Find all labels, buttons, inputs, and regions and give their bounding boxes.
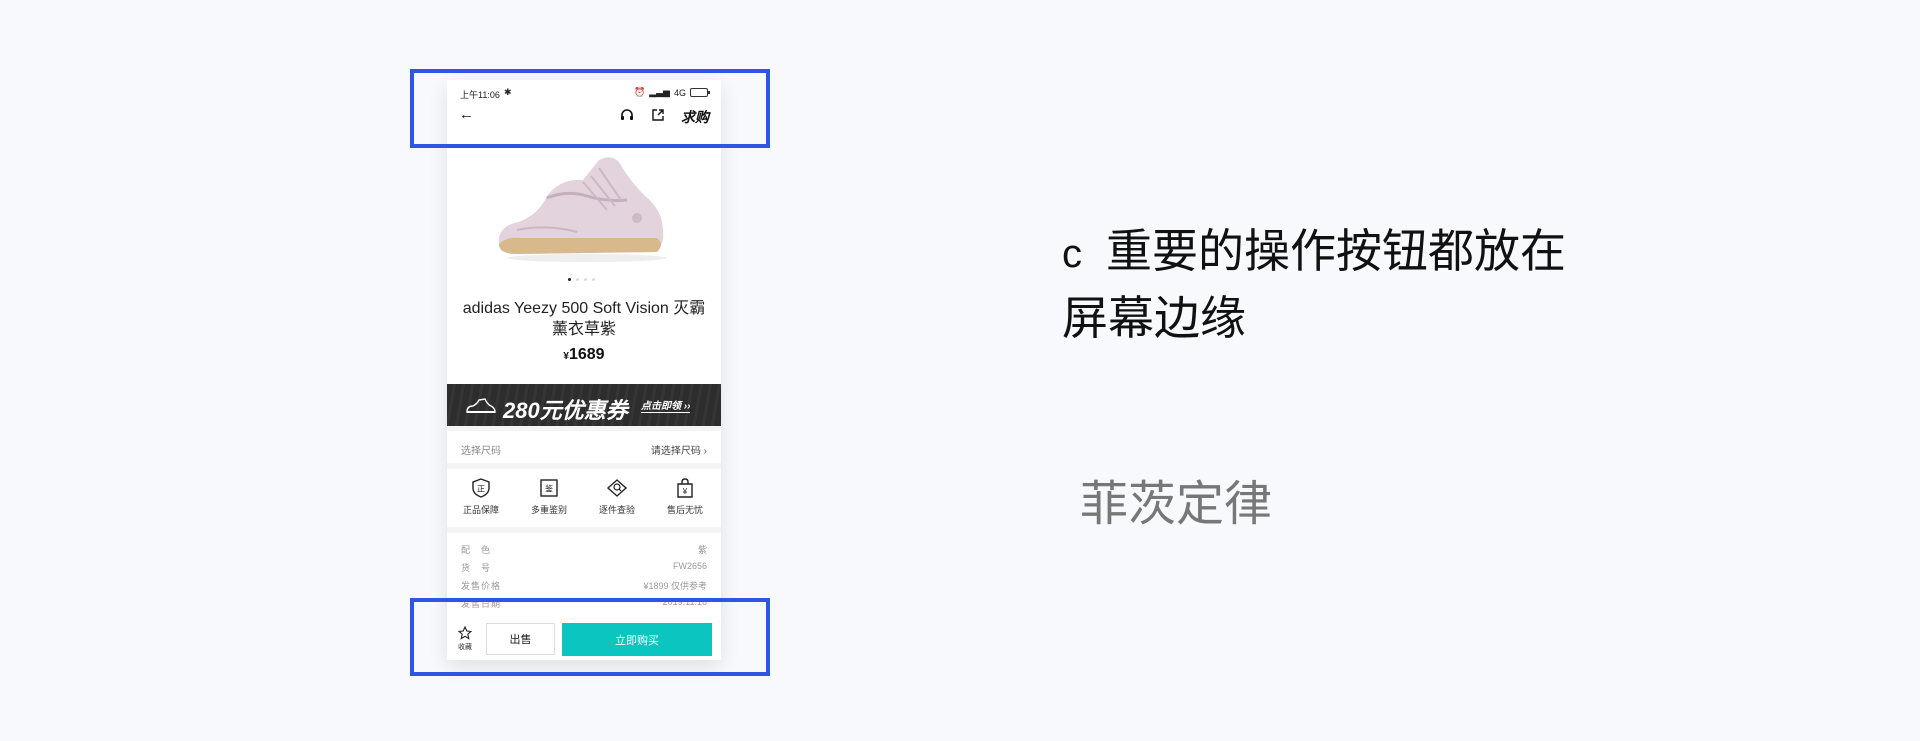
bag-glyph: ¥ xyxy=(682,487,688,496)
size-placeholder: 请选择尺码 xyxy=(650,446,701,457)
caption: c 重要的操作按钮都放在 屏幕边缘 xyxy=(1062,219,1566,350)
spec-value: ¥1899 仅供参考 xyxy=(643,581,707,591)
carousel-dot xyxy=(576,278,579,281)
diamond-search-icon xyxy=(606,479,628,497)
coupon-banner[interactable]: 280元优惠券 点击即领 ›› xyxy=(447,384,721,426)
spec-value: FW2656 xyxy=(672,561,707,571)
coupon-text: 280元优惠券 xyxy=(503,398,628,423)
service-after-sales[interactable]: ¥ 售后无忧 xyxy=(651,477,719,516)
phone-mockup: 上午11:06 ✱ ⏰ ▂▃▅ 4G ← 求购 adidas Yeezy 500… xyxy=(447,80,721,660)
bag-icon: ¥ xyxy=(677,478,693,498)
service-label: 逐件查验 xyxy=(598,505,635,515)
carousel-dot xyxy=(584,278,587,281)
service-multi-check[interactable]: 鉴 多重鉴别 xyxy=(515,477,583,516)
shield-icon: 正 xyxy=(472,478,490,498)
inspect-glyph: 鉴 xyxy=(545,484,553,494)
product-section: adidas Yeezy 500 Soft Vision 灭霸 薰衣草紫 ¥16… xyxy=(447,130,721,384)
service-item-inspection[interactable]: 逐件查验 xyxy=(583,477,651,516)
inspect-icon: 鉴 xyxy=(540,479,558,497)
service-label: 多重鉴别 xyxy=(530,505,567,515)
coupon-claim-link[interactable]: 点击即领 ›› xyxy=(641,397,691,413)
size-label: 选择尺码 xyxy=(461,446,501,457)
spec-key: 配 色 xyxy=(461,545,492,555)
service-guarantees: 正 正品保障 鉴 多重鉴别 逐件查验 ¥ 售后无忧 xyxy=(447,469,721,527)
carousel-dot xyxy=(568,278,571,281)
service-label: 正品保障 xyxy=(462,505,499,515)
size-value: 请选择尺码 › xyxy=(651,442,707,457)
caption-letter: c xyxy=(1062,232,1082,276)
highlight-top-actions xyxy=(410,69,770,148)
price-value: 1689 xyxy=(568,346,605,363)
caption-text-1: 重要的操作按钮都放在 xyxy=(1106,225,1566,277)
caption-line-1: c 重要的操作按钮都放在 xyxy=(1062,219,1566,286)
product-title: adidas Yeezy 500 Soft Vision 灭霸 薰衣草紫 xyxy=(462,300,706,338)
spec-value: 紫 xyxy=(697,545,707,555)
sneaker-icon xyxy=(466,398,496,413)
service-label: 售后无忧 xyxy=(666,505,703,515)
fitts-law-label: 菲茨定律 xyxy=(1080,478,1273,531)
caption-line-2: 屏幕边缘 xyxy=(1062,292,1246,344)
carousel-dot xyxy=(592,278,595,281)
shield-glyph: 正 xyxy=(477,485,485,494)
carousel-indicator xyxy=(568,278,595,281)
highlight-bottom-actions xyxy=(410,598,770,676)
spec-key: 发售价格 xyxy=(461,581,502,591)
chevron-right-icon: › xyxy=(703,446,707,457)
product-image[interactable] xyxy=(487,140,681,270)
product-price: ¥1689 xyxy=(447,346,721,364)
service-authentic[interactable]: 正 正品保障 xyxy=(447,477,515,516)
size-selector[interactable]: 选择尺码 请选择尺码 › xyxy=(447,431,721,463)
spec-key: 货 号 xyxy=(461,563,492,573)
